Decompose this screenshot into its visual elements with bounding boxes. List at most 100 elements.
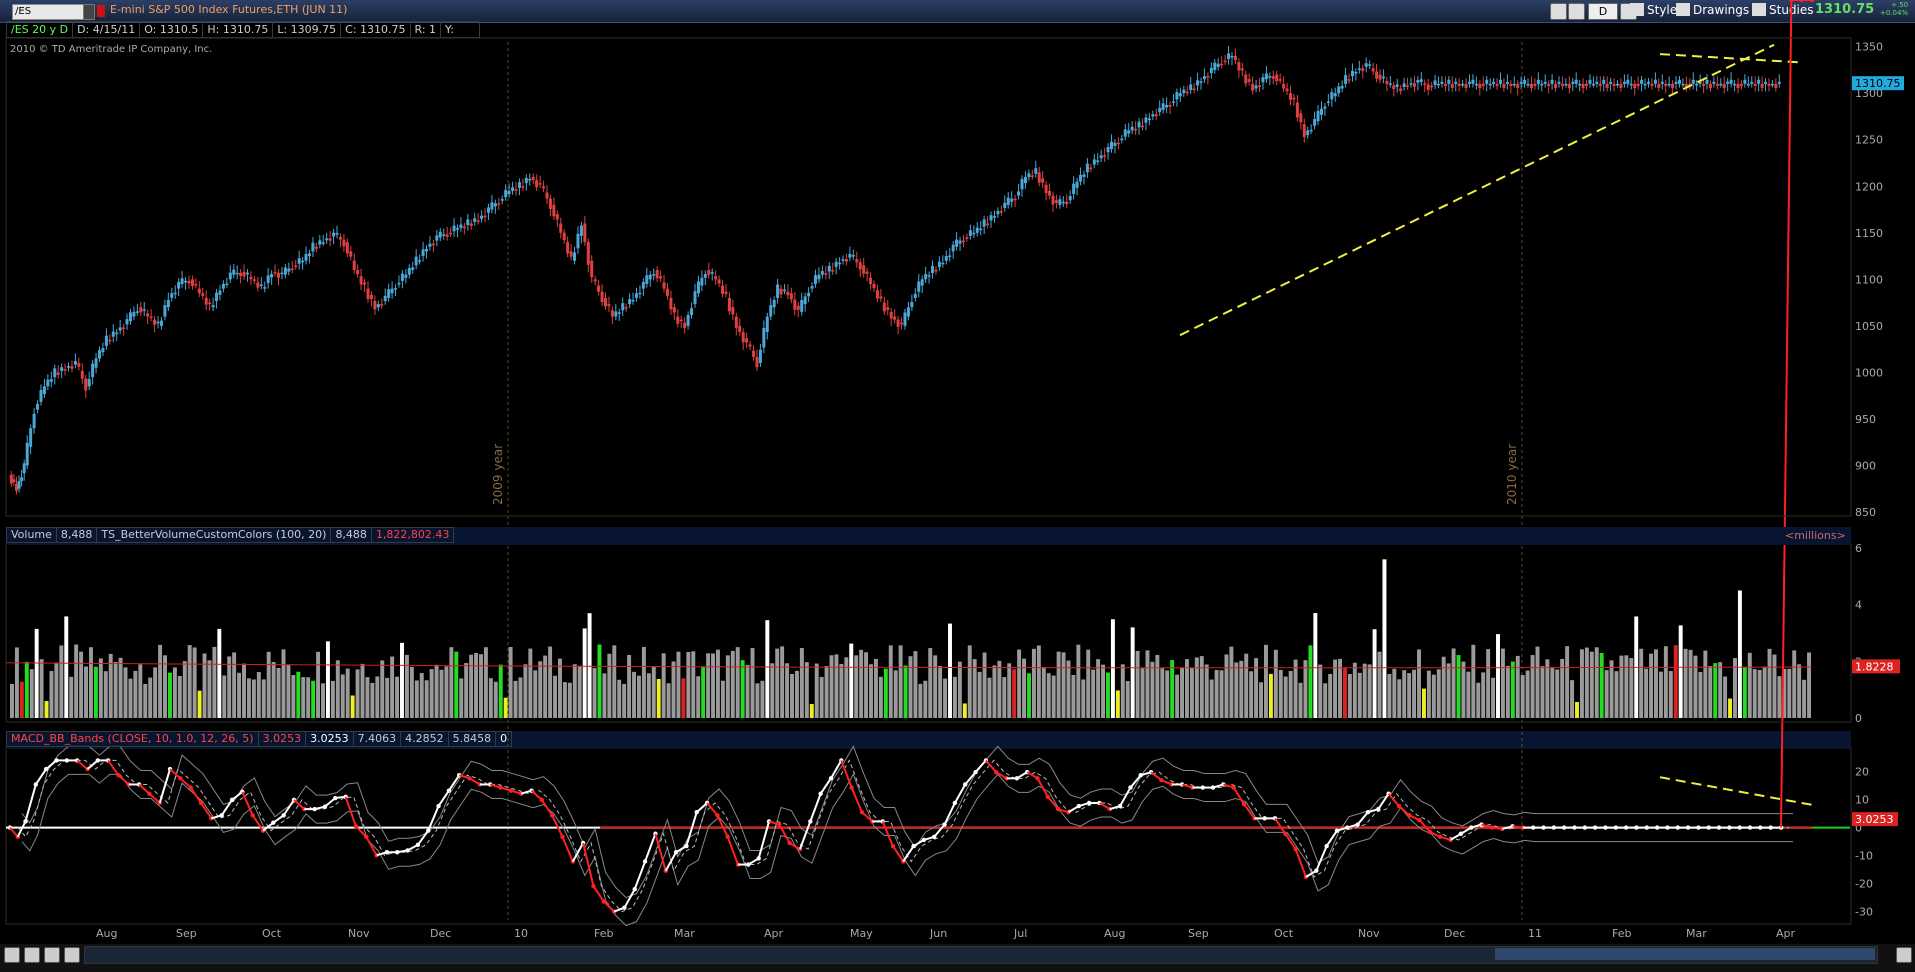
macd-segment bbox=[1232, 787, 1245, 805]
candle-body bbox=[1054, 200, 1058, 203]
candle-body bbox=[1371, 68, 1375, 72]
candle-body bbox=[989, 215, 993, 221]
volume-bar bbox=[1041, 667, 1046, 718]
volume-bar bbox=[1777, 676, 1782, 718]
volume-bar bbox=[592, 668, 597, 718]
volume-bar bbox=[1318, 664, 1323, 718]
macd-segment bbox=[892, 845, 905, 863]
volume-bar bbox=[311, 680, 316, 718]
candle-body bbox=[1309, 129, 1313, 132]
volume-bar bbox=[1027, 673, 1031, 718]
time-tick-label: Sep bbox=[176, 927, 197, 940]
candle-body bbox=[679, 319, 683, 322]
candle-body bbox=[352, 260, 356, 271]
candle-body bbox=[1023, 176, 1027, 184]
draw-line-icon[interactable] bbox=[64, 947, 80, 963]
candle-body bbox=[1041, 178, 1045, 183]
candle-body bbox=[1719, 83, 1723, 86]
volume-bar bbox=[1614, 671, 1619, 718]
macd-tick-label: -30 bbox=[1855, 906, 1873, 919]
candle-body bbox=[1667, 83, 1671, 86]
volume-bar bbox=[1644, 668, 1649, 718]
volume-bar bbox=[869, 664, 873, 718]
volume-bar bbox=[1115, 690, 1120, 718]
time-tick-label: Oct bbox=[1274, 927, 1294, 940]
volume-bar bbox=[464, 662, 469, 718]
candle-body bbox=[211, 305, 215, 308]
volume-bar bbox=[84, 666, 88, 718]
candle-body bbox=[961, 240, 965, 243]
candle-body bbox=[1178, 93, 1182, 97]
candle-body bbox=[1137, 121, 1141, 128]
macd-v5: 5.8458 bbox=[447, 731, 497, 747]
zoom-out-icon[interactable] bbox=[44, 947, 60, 963]
candle-body bbox=[531, 176, 535, 181]
scrollbar-thumb[interactable] bbox=[1495, 948, 1875, 960]
candle-body bbox=[1247, 79, 1251, 82]
volume-bar bbox=[69, 676, 74, 718]
candle-body bbox=[115, 332, 119, 335]
candle-body bbox=[944, 256, 948, 261]
candle-body bbox=[772, 299, 776, 308]
volume-label[interactable]: Volume bbox=[6, 527, 57, 543]
volume-bar bbox=[1234, 662, 1239, 718]
volume-bar bbox=[128, 678, 133, 718]
candle-body bbox=[1705, 79, 1709, 84]
candle-body bbox=[473, 218, 477, 222]
volume-bar bbox=[1431, 674, 1436, 718]
candle-body bbox=[159, 320, 163, 326]
volume-bar bbox=[261, 679, 266, 718]
macd-study-name[interactable]: MACD_BB_Bands (CLOSE, 10, 1.0, 12, 26, 5… bbox=[6, 731, 259, 747]
macd-v2: 3.0253 bbox=[305, 731, 354, 747]
candle-body bbox=[1650, 83, 1654, 86]
volume-bar bbox=[1426, 670, 1431, 718]
candle-body bbox=[707, 270, 711, 276]
volume-study-name[interactable]: TS_BetterVolumeCustomColors (100, 20) bbox=[96, 527, 332, 543]
volume-bar bbox=[227, 656, 232, 718]
volume-bar bbox=[676, 651, 681, 718]
chart-canvas[interactable]: 2009 year 2010 year 135013001250120011501… bbox=[0, 0, 1915, 944]
candle-body bbox=[1467, 81, 1471, 84]
candle-body bbox=[1165, 104, 1169, 108]
candle-body bbox=[218, 290, 222, 295]
volume-bar bbox=[750, 648, 755, 718]
volume-bar bbox=[1012, 669, 1017, 718]
candle-body bbox=[1550, 79, 1554, 84]
volume-bar bbox=[548, 646, 553, 718]
candle-body bbox=[1323, 106, 1327, 109]
volume-bar bbox=[138, 664, 143, 718]
macd-segment bbox=[902, 845, 915, 863]
volume-bar bbox=[1086, 649, 1091, 718]
candle-body bbox=[1034, 168, 1038, 174]
candle-body bbox=[1564, 83, 1568, 86]
volume-bar bbox=[409, 666, 414, 718]
volume-bar bbox=[172, 667, 177, 718]
trendlines bbox=[1179, 43, 1803, 337]
time-tick-label: Aug bbox=[96, 927, 117, 940]
candle-body bbox=[149, 316, 153, 319]
candle-body bbox=[91, 363, 95, 378]
candle-body bbox=[1258, 85, 1262, 87]
candle-body bbox=[1264, 73, 1268, 80]
grid-layout-icon[interactable] bbox=[4, 947, 20, 963]
panel-frame bbox=[5, 747, 1852, 925]
candle-body bbox=[1361, 68, 1365, 71]
candle-body bbox=[1712, 81, 1716, 84]
candle-body bbox=[1244, 74, 1248, 84]
candle-body bbox=[307, 253, 311, 257]
candle-body bbox=[1289, 93, 1293, 100]
volume-bar bbox=[1254, 658, 1259, 718]
volume-bar bbox=[903, 665, 908, 718]
candle-body bbox=[142, 309, 146, 311]
candle-body bbox=[1065, 201, 1069, 205]
candle-body bbox=[882, 302, 886, 312]
volume-bar bbox=[429, 669, 434, 718]
volume-bar bbox=[242, 663, 246, 718]
candle-body bbox=[476, 220, 480, 222]
candle-body bbox=[1082, 174, 1086, 177]
volume-bar bbox=[123, 667, 128, 718]
expand-icon[interactable] bbox=[1896, 947, 1912, 963]
zoom-icon[interactable] bbox=[24, 947, 40, 963]
candle-body bbox=[380, 304, 384, 306]
volume-bar bbox=[553, 675, 558, 718]
